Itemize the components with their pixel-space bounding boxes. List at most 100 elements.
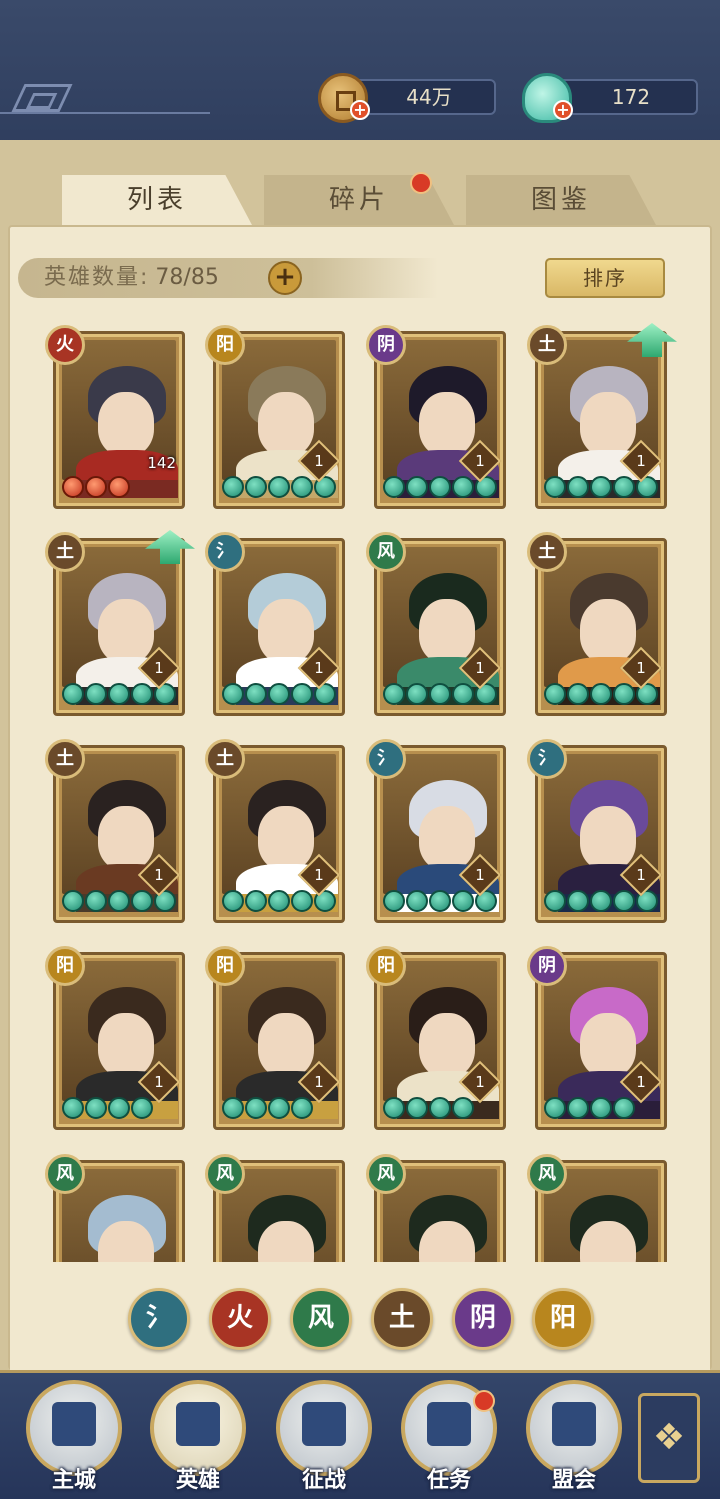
nav-label: 征战: [301, 1468, 346, 1493]
star-icon: [383, 476, 405, 498]
hero-level: 1: [636, 866, 646, 884]
star-icon: [85, 890, 107, 912]
hero-level: 1: [475, 452, 485, 470]
earth-element-icon: 土: [527, 532, 567, 572]
guild-icon: [552, 1402, 596, 1446]
star-icon: [222, 1097, 244, 1119]
grid-fade: [10, 1262, 710, 1370]
star-icon: [613, 476, 635, 498]
star-icon: [131, 1097, 153, 1119]
sort-button[interactable]: 排序: [545, 258, 665, 298]
hero-level: 1: [154, 1073, 164, 1091]
nav-label: 英雄: [175, 1468, 220, 1493]
star-icon: [62, 1097, 84, 1119]
hero-icon: [176, 1402, 220, 1446]
hero-level: 1: [636, 452, 646, 470]
star-icon: [590, 1097, 612, 1119]
star-rating: [544, 1097, 635, 1121]
star-icon: [85, 476, 107, 498]
hero-level: 1: [314, 452, 324, 470]
tab-list[interactable]: 列表: [62, 175, 252, 225]
wind-element-icon: 风: [45, 1154, 85, 1194]
filter-yin-icon[interactable]: 阴: [452, 1288, 514, 1350]
star-icon: [268, 476, 290, 498]
star-icon: [108, 476, 130, 498]
star-icon: [452, 476, 474, 498]
star-icon: [567, 683, 589, 705]
star-icon: [406, 683, 428, 705]
quest-notification-dot: [473, 1390, 495, 1412]
star-rating: [383, 1097, 474, 1121]
earth-element-icon: 土: [45, 739, 85, 779]
nav-guild[interactable]: 盟会: [526, 1380, 622, 1493]
tab-codex[interactable]: 图鉴: [466, 175, 656, 225]
hero-level: 1: [475, 1073, 485, 1091]
star-icon: [590, 476, 612, 498]
filter-water-icon[interactable]: 氵: [128, 1288, 190, 1350]
star-icon: [62, 683, 84, 705]
earth-element-icon: 土: [527, 325, 567, 365]
star-icon: [245, 683, 267, 705]
star-icon: [452, 1097, 474, 1119]
star-rating: [222, 1097, 313, 1121]
filter-earth-icon[interactable]: 土: [371, 1288, 433, 1350]
hero-level: 142: [147, 454, 176, 472]
top-bar: [0, 0, 720, 150]
expand-capacity-button[interactable]: +: [268, 261, 302, 295]
yin-element-icon: 阴: [366, 325, 406, 365]
star-icon: [108, 683, 130, 705]
yang-element-icon: 阳: [205, 325, 245, 365]
water-element-icon: 氵: [527, 739, 567, 779]
hero-level: 1: [636, 1073, 646, 1091]
add-jade-button[interactable]: +: [553, 100, 573, 120]
star-icon: [222, 476, 244, 498]
yin-element-icon: 阴: [527, 946, 567, 986]
header-ornament: [0, 84, 210, 114]
nav-label: 任务: [426, 1468, 471, 1493]
star-icon: [268, 1097, 290, 1119]
star-icon: [544, 890, 566, 912]
star-icon: [245, 1097, 267, 1119]
star-icon: [108, 1097, 130, 1119]
campaign-icon: [302, 1402, 346, 1446]
hero-level: 1: [475, 659, 485, 677]
star-icon: [268, 683, 290, 705]
star-icon: [108, 890, 130, 912]
add-coin-button[interactable]: +: [350, 100, 370, 120]
star-rating: [62, 476, 130, 500]
wind-element-icon: 风: [366, 1154, 406, 1194]
star-icon: [268, 890, 290, 912]
star-icon: [544, 1097, 566, 1119]
star-icon: [383, 1097, 405, 1119]
star-icon: [245, 890, 267, 912]
star-icon: [613, 890, 635, 912]
nav-label: 盟会: [551, 1468, 596, 1493]
star-icon: [222, 683, 244, 705]
water-element-icon: 氵: [366, 739, 406, 779]
star-icon: [567, 476, 589, 498]
filter-yang-icon[interactable]: 阳: [532, 1288, 594, 1350]
star-icon: [613, 1097, 635, 1119]
star-icon: [85, 683, 107, 705]
water-element-icon: 氵: [205, 532, 245, 572]
star-icon: [429, 1097, 451, 1119]
star-icon: [62, 476, 84, 498]
hero-count-label: 英雄数量:: [44, 265, 150, 290]
star-icon: [429, 683, 451, 705]
hero-level: 1: [314, 1073, 324, 1091]
star-icon: [452, 890, 474, 912]
nav-hero[interactable]: 英雄: [150, 1380, 246, 1493]
star-icon: [291, 1097, 313, 1119]
star-icon: [222, 890, 244, 912]
nav-palace[interactable]: 主城: [26, 1380, 122, 1493]
palace-icon: [52, 1402, 96, 1446]
star-icon: [567, 890, 589, 912]
filter-wind-icon[interactable]: 风: [290, 1288, 352, 1350]
nav-campaign[interactable]: 征战: [276, 1380, 372, 1493]
earth-element-icon: 土: [205, 739, 245, 779]
filter-fire-icon[interactable]: 火: [209, 1288, 271, 1350]
quest-icon: [427, 1402, 471, 1446]
menu-icon[interactable]: ❖: [638, 1393, 700, 1483]
star-icon: [613, 683, 635, 705]
star-icon: [567, 1097, 589, 1119]
